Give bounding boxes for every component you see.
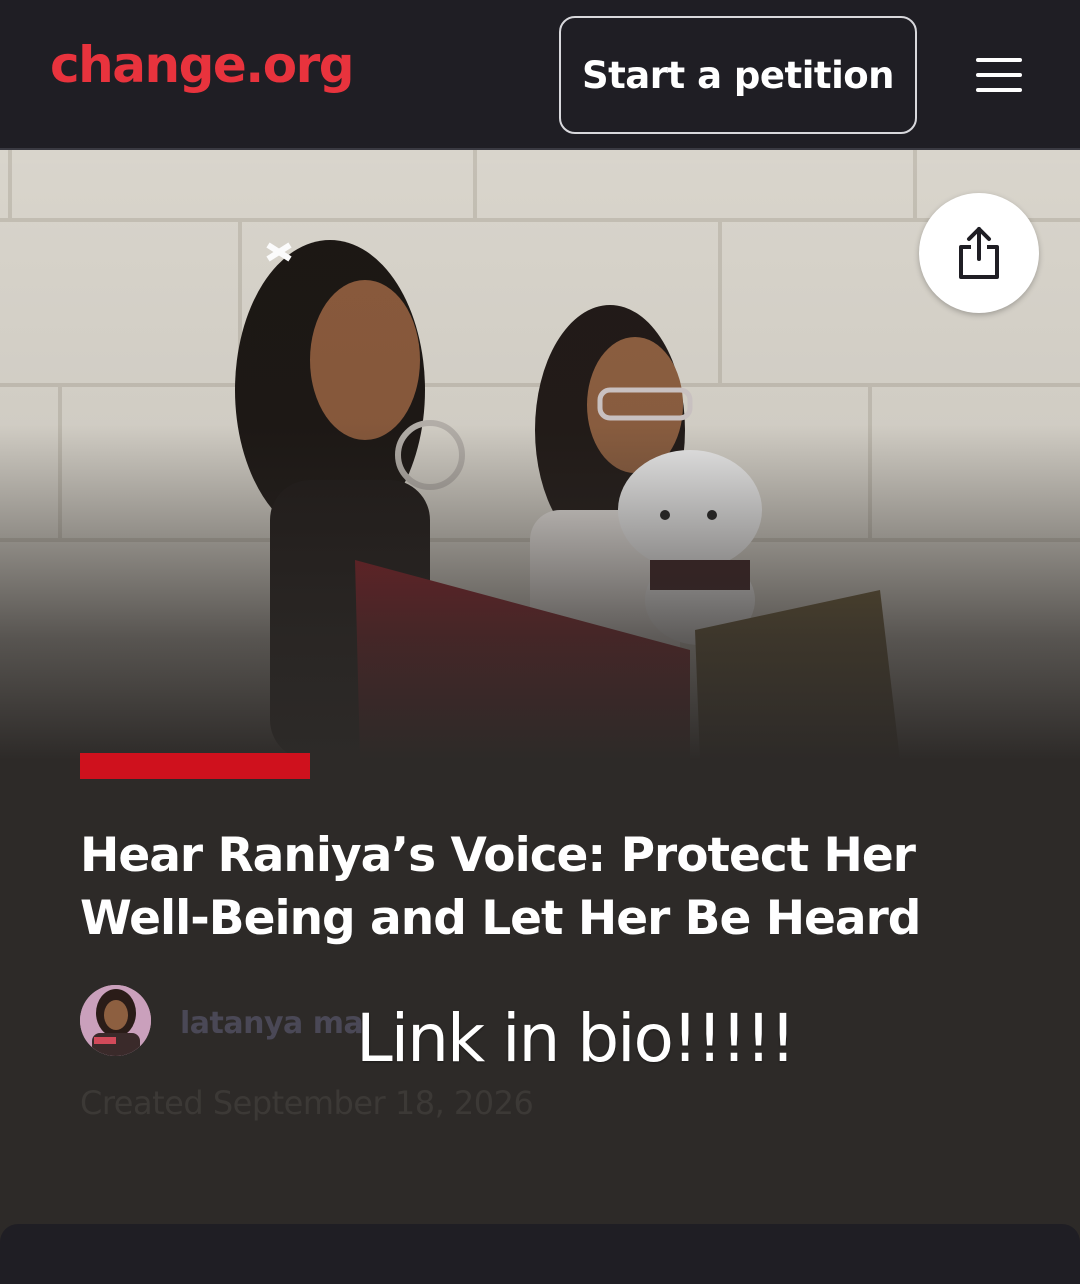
author-name[interactable]: latanya ma bbox=[180, 1006, 364, 1041]
share-icon[interactable] bbox=[919, 193, 1039, 313]
petition-accent-bar bbox=[80, 753, 310, 779]
overlay-caption-text: Link in bio!!!!! bbox=[356, 1000, 796, 1077]
petition-title: Hear Raniya’s Voice: Protect Her Well-Be… bbox=[80, 828, 921, 946]
start-petition-button[interactable]: Start a petition bbox=[559, 16, 917, 134]
bottom-panel bbox=[0, 1224, 1080, 1284]
hamburger-menu-icon[interactable] bbox=[976, 58, 1022, 92]
change-org-logo[interactable]: change.org bbox=[50, 40, 355, 90]
top-navigation-bar: change.org Start a petition bbox=[0, 0, 1080, 150]
petition-hero-image bbox=[0, 150, 1080, 760]
created-date: Created September 18, 2026 bbox=[80, 1084, 534, 1122]
author-avatar[interactable] bbox=[80, 985, 151, 1056]
